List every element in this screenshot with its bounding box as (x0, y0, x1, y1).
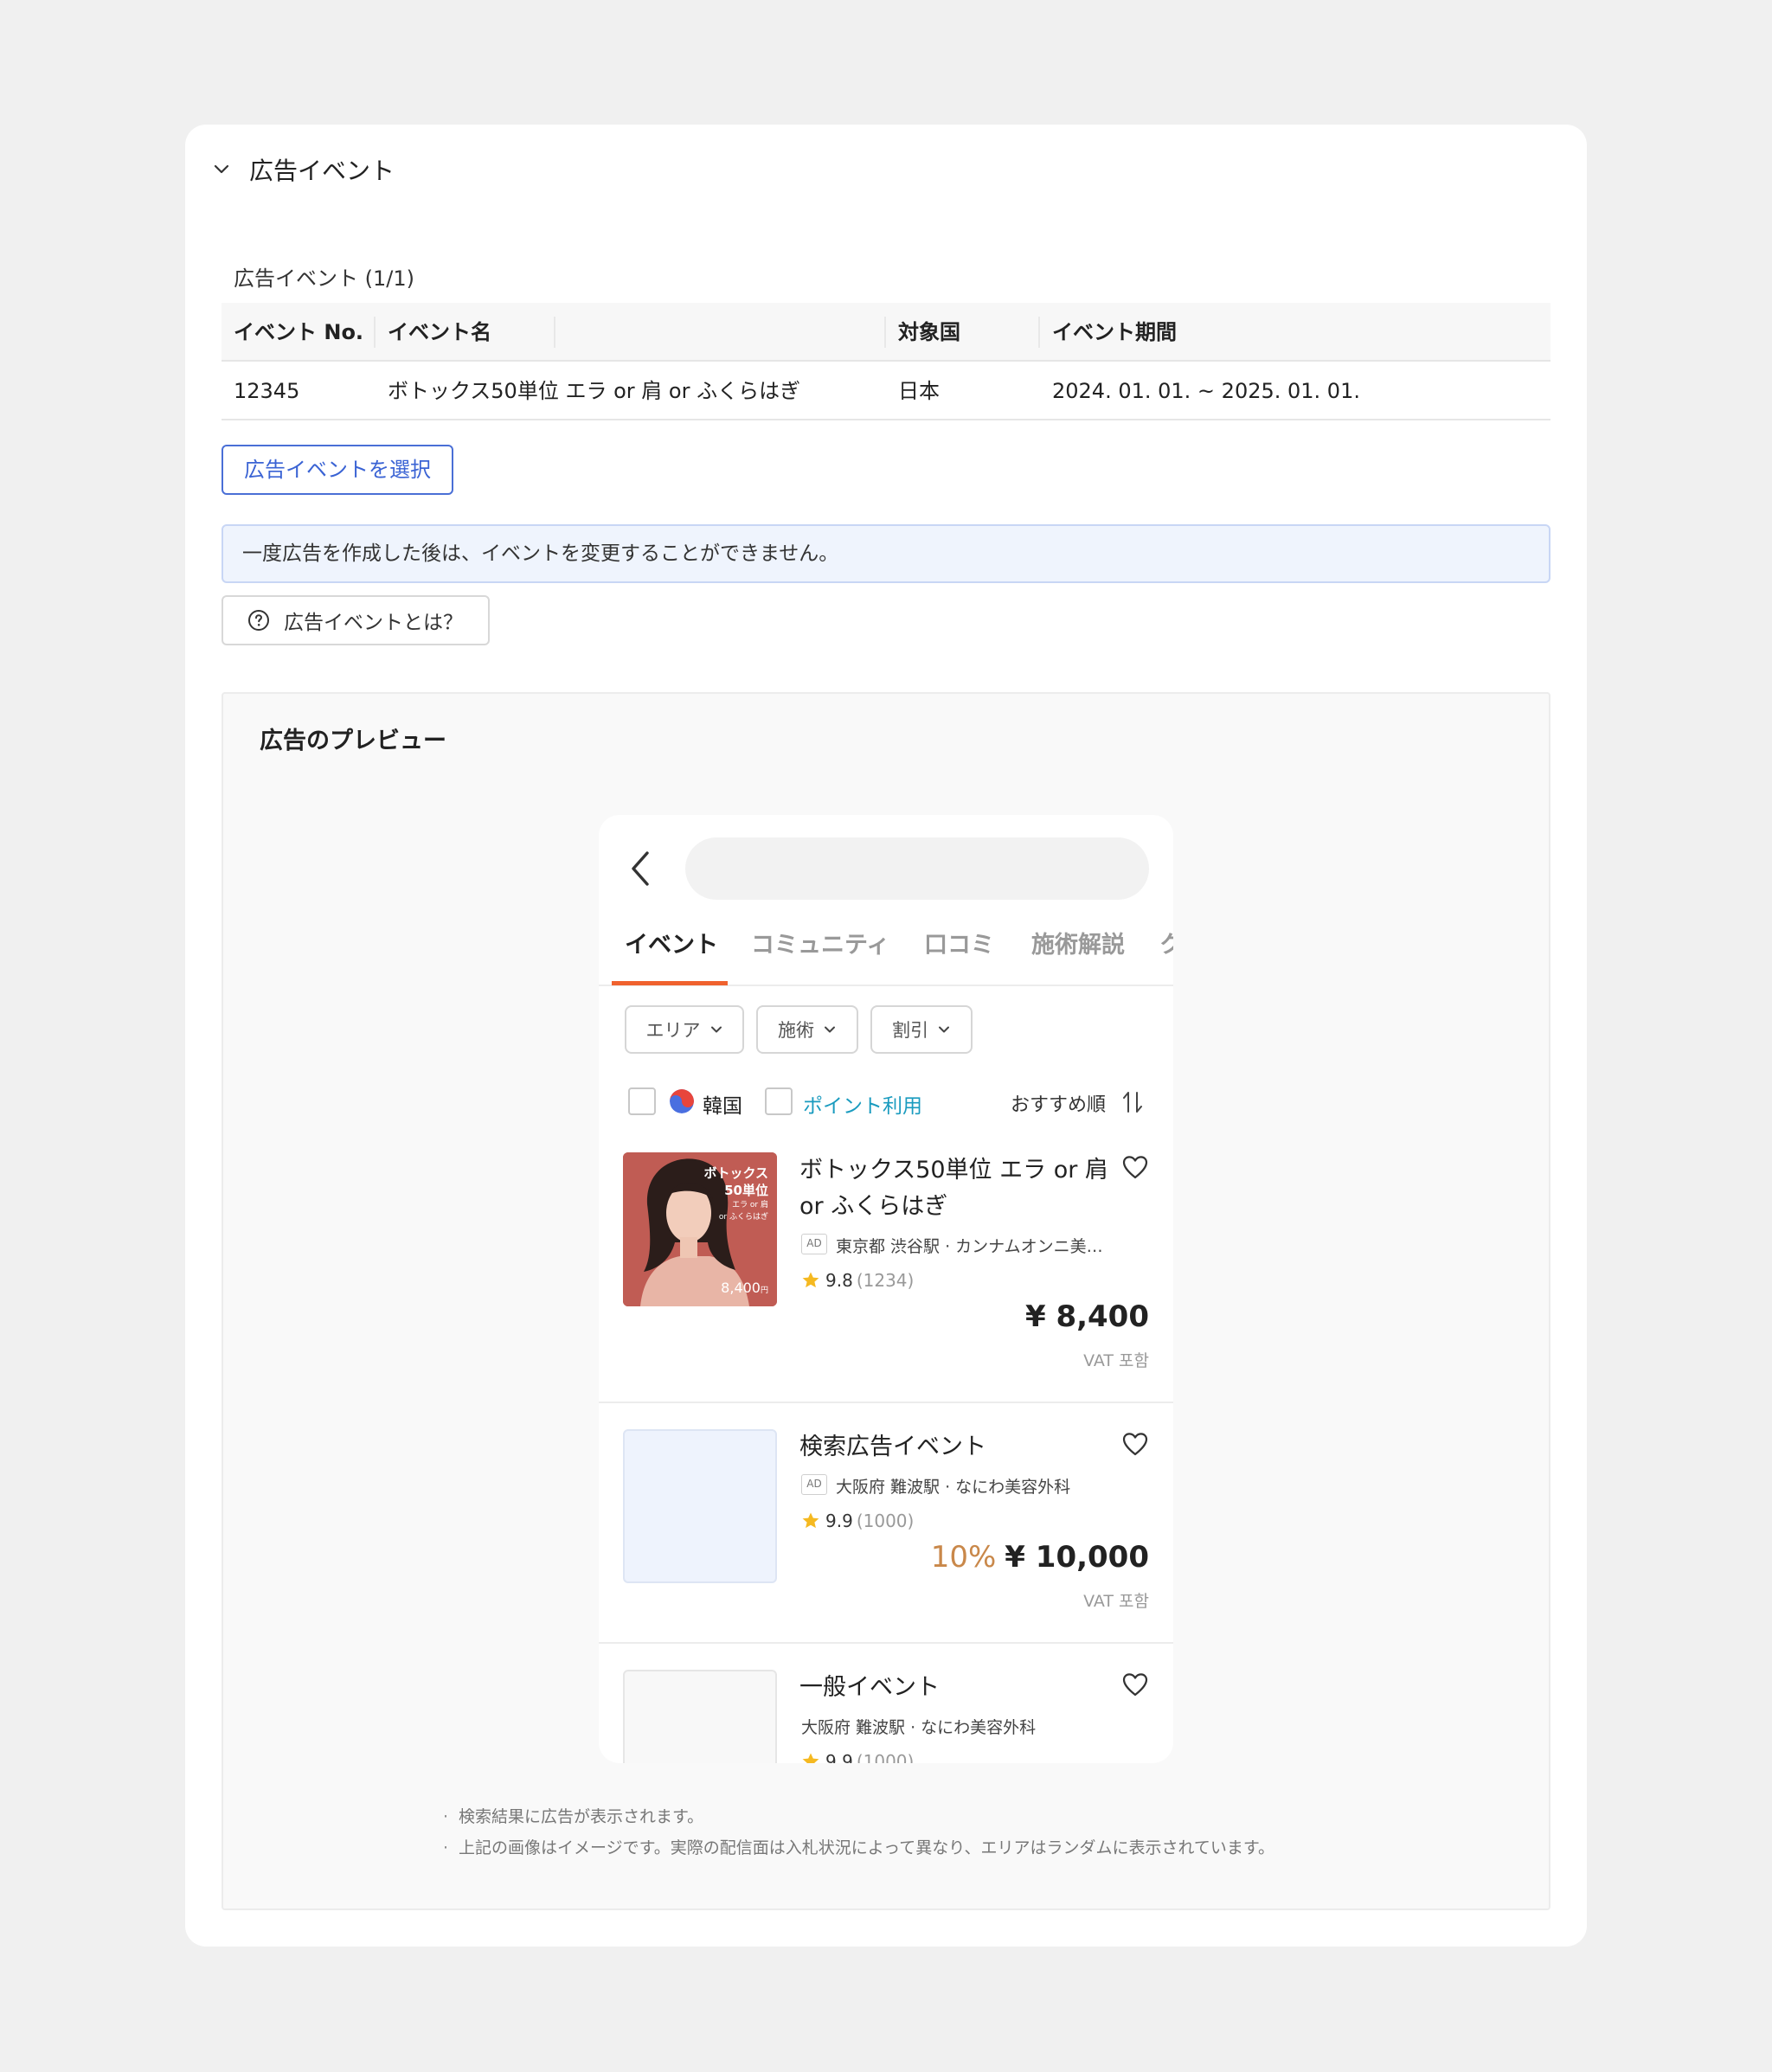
event-title: ボトックス50単位 エラ or 肩 or ふくらはぎ (799, 1157, 1108, 1220)
header-event-period: イベント期間 (1052, 320, 1177, 344)
preview-title: 広告のプレビュー (260, 728, 446, 754)
table-row: 12345 ボトックス50単位 エラ or 肩 or ふくらはぎ 日本 2024… (222, 362, 1550, 420)
discount-filter-chip: 割引 (870, 1005, 973, 1054)
points-checkbox (765, 1087, 793, 1115)
area-chip-label: エリア (645, 1020, 701, 1041)
event-price: 10% ¥ 10,000 (931, 1540, 1149, 1575)
rating-count: (1234) (856, 1270, 915, 1291)
rating-score: 9.9 (825, 1511, 853, 1531)
active-tab-indicator (612, 981, 728, 985)
thumbnail-price-unit: 円 (760, 1286, 768, 1295)
rating: 9.9 (1000) (801, 1511, 914, 1531)
heart-icon (1122, 1673, 1148, 1697)
thumbnail-text: ボトックス (703, 1165, 768, 1181)
column-separator (884, 317, 886, 348)
vat-note: VAT 포함 (1083, 1592, 1149, 1611)
chevron-down-icon (710, 1026, 722, 1033)
chevron-down-icon (939, 1026, 949, 1033)
tab-reviews: 口コミ (924, 932, 994, 959)
discount-chip-label: 割引 (892, 1020, 928, 1041)
header-event-name: イベント名 (388, 320, 491, 344)
help-button-label: 広告イベントとは？ (284, 612, 463, 634)
thumbnail-text: エラ or 肩 (732, 1201, 768, 1209)
section-title: 広告イベント (249, 157, 395, 185)
phone-preview: イベント コミュニティ 口コミ 施術解説 ク エリア 施術 割引 韓国 ポイント… (599, 815, 1173, 1763)
item-divider (599, 1402, 1173, 1403)
discount-rate: 10% (930, 1540, 997, 1575)
tab-treatment-guide: 施術解説 (1031, 932, 1125, 959)
question-circle-icon (248, 610, 269, 631)
list-item: 検索広告イベント AD 大阪府 難波駅 · なにわ美容外科 9.9 (1000)… (599, 1427, 1173, 1628)
column-separator (554, 317, 555, 348)
header-event-no: イベント No. (234, 320, 364, 344)
sort-icon (1123, 1092, 1142, 1113)
korea-checkbox (628, 1087, 656, 1115)
star-icon (802, 1753, 819, 1763)
ad-badge: AD (801, 1474, 827, 1495)
points-filter-label: ポイント利用 (803, 1095, 922, 1118)
event-location: 大阪府 難波駅 · なにわ美容外科 (836, 1478, 1071, 1497)
korea-filter-label: 韓国 (703, 1095, 742, 1118)
tab-overflow: ク (1159, 932, 1173, 959)
cell-event-name: ボトックス50単位 エラ or 肩 or ふくらはぎ (388, 379, 801, 403)
rating-score: 9.9 (825, 1751, 853, 1763)
cell-event-no: 12345 (234, 379, 300, 403)
rating: 9.9 (1000) (801, 1751, 914, 1763)
price-value: ¥ 8,400 (1024, 1299, 1149, 1334)
search-bar (685, 837, 1149, 900)
preview-notes: 検索結果に広告が表示されます。 上記の画像はイメージです。実際の配信面は入札状況… (440, 1801, 1274, 1864)
cell-event-period: 2024. 01. 01. ~ 2025. 01. 01. (1052, 379, 1360, 403)
column-separator (1038, 317, 1040, 348)
header-target-country: 対象国 (898, 320, 960, 344)
heart-icon (1122, 1156, 1148, 1179)
section-toggle[interactable]: 広告イベント (211, 152, 395, 187)
tab-bar: イベント コミュニティ 口コミ 施術解説 ク (599, 910, 1173, 986)
event-price: ¥ 8,400 (1025, 1299, 1149, 1334)
price-value: ¥ 10,000 (1005, 1540, 1149, 1575)
notice-banner: 一度広告を作成した後は、イベントを変更することができません。 (222, 524, 1550, 583)
rating-count: (1000) (856, 1751, 915, 1763)
thumbnail-text: or ふくらはぎ (718, 1213, 768, 1222)
heart-icon (1122, 1433, 1148, 1456)
ad-badge: AD (801, 1234, 827, 1254)
select-ad-event-button[interactable]: 広告イベントを選択 (222, 445, 453, 495)
column-separator (374, 317, 376, 348)
event-title: 検索広告イベント (799, 1434, 986, 1460)
rating-count: (1000) (856, 1511, 915, 1531)
event-thumbnail: ボトックス 50単位 エラ or 肩 or ふくらはぎ 8,400円 (623, 1152, 777, 1306)
note-item: 検索結果に広告が表示されます。 (440, 1801, 1274, 1832)
list-item: 一般イベント 大阪府 難波駅 · なにわ美容外科 9.9 (1000) (599, 1668, 1173, 1763)
back-arrow-icon (632, 851, 649, 886)
star-icon (802, 1272, 819, 1288)
note-item: 上記の画像はイメージです。実際の配信面は入札状況によって異なり、エリアはランダム… (440, 1832, 1274, 1864)
treatment-filter-chip: 施術 (756, 1005, 858, 1054)
tab-community: コミュニティ (751, 932, 890, 959)
thumbnail-price: 8,400 (721, 1280, 761, 1296)
treatment-chip-label: 施術 (778, 1020, 814, 1041)
area-filter-chip: エリア (625, 1005, 744, 1054)
event-thumbnail-placeholder (623, 1429, 777, 1583)
filter-row: 韓国 ポイント利用 おすすめ順 (599, 1080, 1173, 1123)
event-title: 一般イベント (799, 1674, 940, 1701)
tab-event: イベント (625, 932, 718, 959)
what-is-ad-event-button[interactable]: 広告イベントとは？ (222, 595, 490, 645)
item-divider (599, 1642, 1173, 1644)
thumbnail-text: 50単位 (724, 1183, 768, 1198)
list-item: ボトックス 50単位 エラ or 肩 or ふくらはぎ 8,400円 ボトックス… (599, 1151, 1173, 1370)
sort-label: おすすめ順 (1011, 1094, 1107, 1116)
rating-score: 9.8 (825, 1270, 853, 1291)
chevron-down-icon (825, 1026, 835, 1033)
table-header: イベント No. イベント名 対象国 イベント期間 (222, 303, 1550, 362)
rating: 9.8 (1234) (801, 1270, 914, 1291)
event-thumbnail-placeholder (623, 1670, 777, 1763)
star-icon (802, 1512, 819, 1529)
cell-target-country: 日本 (898, 379, 940, 403)
chevron-down-icon (214, 164, 229, 174)
vat-note: VAT 포함 (1083, 1351, 1149, 1370)
event-location: 東京都 渋谷駅 · カンナムオンニ美… (836, 1237, 1103, 1256)
korea-flag-icon (670, 1089, 694, 1113)
event-location: 大阪府 難波駅 · なにわ美容外科 (801, 1718, 1037, 1737)
table-caption: 広告イベント (1/1) (234, 266, 414, 291)
